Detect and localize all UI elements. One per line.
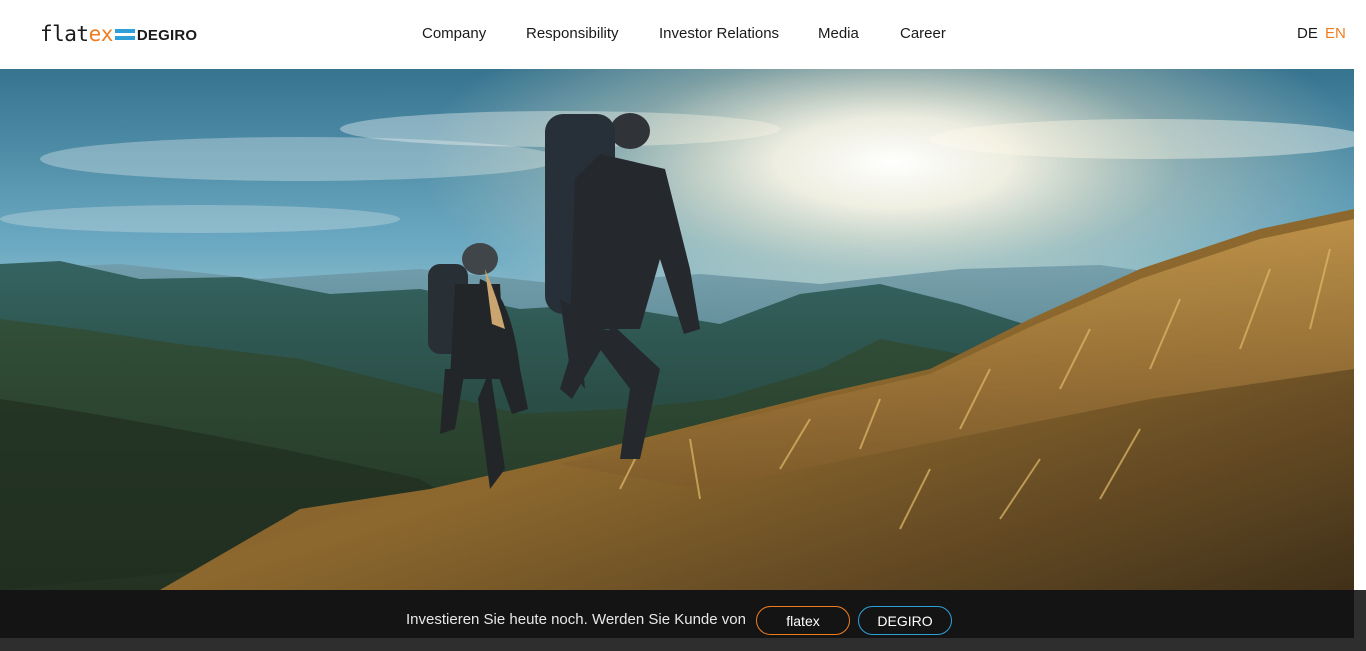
- logo-text-flat: flat: [40, 22, 89, 46]
- flatex-button[interactable]: flatex: [756, 606, 850, 635]
- hero-image: [0, 69, 1354, 590]
- site-header: flat ex DEGIRO Company Responsibility In…: [0, 0, 1366, 69]
- language-de-link[interactable]: DE: [1297, 25, 1318, 42]
- nav-item-career[interactable]: Career: [900, 25, 946, 42]
- language-en-link[interactable]: EN: [1325, 25, 1346, 42]
- cta-bar: Investieren Sie heute noch. Werden Sie K…: [0, 590, 1354, 638]
- degiro-button[interactable]: DEGIRO: [858, 606, 952, 635]
- nav-item-investor-relations[interactable]: Investor Relations: [659, 25, 779, 42]
- logo-text-ex: ex: [88, 22, 114, 46]
- page-bottom-strip: [0, 638, 1366, 651]
- page-scrollbar[interactable]: [1354, 69, 1366, 590]
- logo-equals-icon: [114, 28, 135, 40]
- nav-item-company[interactable]: Company: [422, 25, 486, 42]
- flatexdegiro-logo[interactable]: flat ex DEGIRO: [40, 22, 197, 46]
- nav-item-responsibility[interactable]: Responsibility: [526, 25, 619, 42]
- main-nav: Company Responsibility Investor Relation…: [0, 0, 1366, 69]
- cta-text: Investieren Sie heute noch. Werden Sie K…: [406, 611, 746, 628]
- logo-text-degiro: DEGIRO: [136, 26, 198, 44]
- scrollbar-corner: [1354, 590, 1366, 638]
- nav-item-media[interactable]: Media: [818, 25, 859, 42]
